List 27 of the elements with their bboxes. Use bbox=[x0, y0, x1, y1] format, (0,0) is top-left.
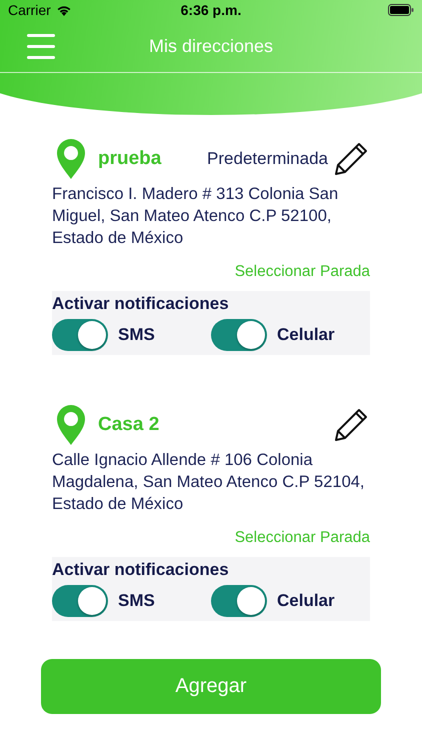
notifications-title: Activar notificaciones bbox=[52, 294, 230, 314]
time-text: 6:36 p.m. bbox=[180, 2, 242, 18]
toggle-label: Celular bbox=[277, 591, 335, 611]
toggle-switch[interactable] bbox=[52, 319, 108, 351]
edit-icon[interactable] bbox=[332, 406, 370, 444]
select-stop-link[interactable]: Seleccionar Parada bbox=[234, 529, 370, 547]
select-stop-link[interactable]: Seleccionar Parada bbox=[234, 263, 370, 281]
toggle-label: SMS bbox=[118, 325, 155, 345]
location-pin-icon bbox=[57, 139, 85, 179]
address-text: Calle Ignacio Allende # 106 Colonia Magdalena, San Mateo Atenco C.P 52104, Estado de México bbox=[52, 450, 366, 515]
toggle-label: Celular bbox=[277, 325, 335, 345]
carrier-text: Carrier bbox=[8, 2, 51, 18]
toggle-switch[interactable] bbox=[211, 319, 267, 351]
address-text: Francisco I. Madero # 313 Colonia San Miguel, San Mateo Atenco C.P 52100, Estado de México bbox=[52, 184, 340, 249]
notifications-title: Activar notificaciones bbox=[52, 560, 230, 580]
address-name: prueba bbox=[98, 148, 162, 170]
wifi-icon bbox=[56, 4, 72, 16]
edit-icon[interactable] bbox=[332, 140, 370, 178]
add-button[interactable]: Agregar bbox=[41, 659, 381, 714]
address-name: Casa 2 bbox=[98, 414, 160, 436]
screen-title: Mis direcciones bbox=[148, 36, 274, 56]
toggle-switch[interactable] bbox=[52, 585, 108, 617]
default-label: Predeterminada bbox=[207, 149, 328, 169]
toggle-label: SMS bbox=[118, 591, 155, 611]
battery-icon bbox=[388, 4, 414, 16]
toggle-switch[interactable] bbox=[211, 585, 267, 617]
location-pin-icon bbox=[57, 405, 85, 445]
